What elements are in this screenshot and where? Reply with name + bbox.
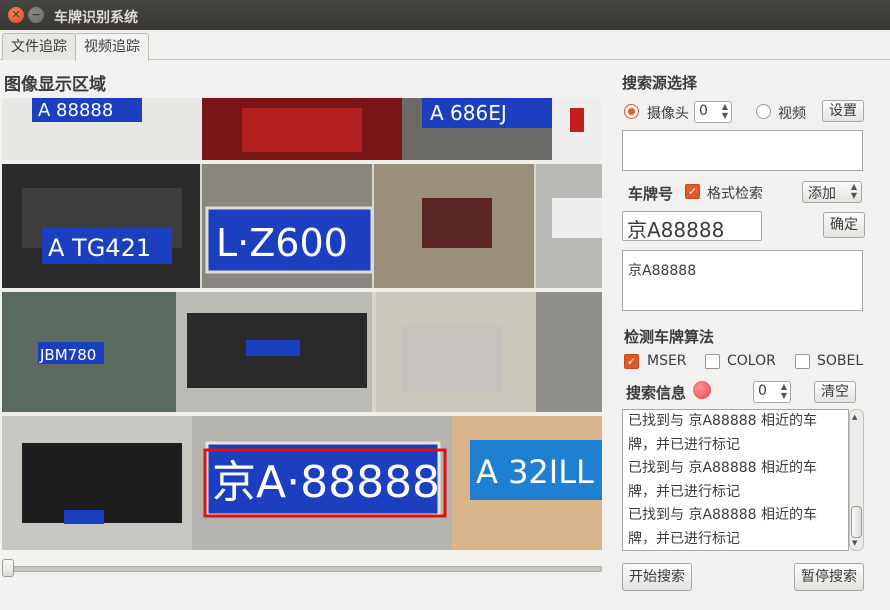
sobel-checkbox[interactable]	[795, 354, 810, 369]
tab-video-tracking[interactable]: 视频追踪	[75, 33, 149, 61]
search-log[interactable]: 已找到与 京A88888 相近的车 牌，并已进行标记 已找到与 京A88888 …	[622, 409, 849, 551]
log-line: 牌，并已进行标记	[628, 436, 740, 453]
video-progress-track[interactable]	[4, 566, 602, 572]
plate-text-4: L·Z600	[216, 221, 348, 265]
display-area-title: 图像显示区域	[4, 75, 106, 95]
log-scrollbar[interactable]: ▲ ▼	[849, 409, 864, 551]
tab-file-tracking[interactable]: 文件追踪	[2, 33, 76, 60]
spin-arrows-icon[interactable]: ▲ ▼	[781, 382, 787, 400]
video-progress-handle[interactable]	[2, 559, 14, 577]
search-info-heading: 搜索信息	[626, 384, 687, 402]
camera-label: 摄像头	[647, 106, 689, 122]
format-check-label: 格式检索	[707, 186, 763, 202]
window-title: 车牌识别系统	[54, 10, 138, 26]
log-line: 已找到与 京A88888 相近的车	[628, 460, 818, 476]
pause-search-button[interactable]: 暂停搜索	[794, 563, 864, 591]
plate-input[interactable]: 京A88888	[622, 211, 762, 242]
title-bar: ✕ − 车牌识别系统	[0, 0, 890, 30]
plate-input-value: 京A88888	[627, 218, 725, 242]
plate-text-3: A TG421	[48, 234, 151, 262]
color-label: COLOR	[727, 353, 776, 369]
video-label: 视频	[778, 106, 806, 122]
result-count-spinbox[interactable]: 0 ▲ ▼	[753, 381, 791, 403]
clear-button[interactable]: 清空	[814, 381, 856, 403]
tab-bar: 文件追踪 视频追踪	[0, 30, 890, 61]
plate-list[interactable]: 京A88888	[622, 250, 863, 311]
camera-radio[interactable]	[624, 104, 639, 119]
spin-arrows-icon[interactable]: ▲ ▼	[722, 102, 728, 120]
algorithm-heading: 检测车牌算法	[624, 328, 715, 346]
mser-checkbox[interactable]: ✓	[624, 354, 639, 369]
add-combo-value: 添加	[808, 186, 836, 202]
camera-index-value: 0	[699, 103, 708, 119]
settings-button[interactable]: 设置	[822, 100, 864, 122]
scroll-down-icon[interactable]: ▼	[852, 539, 857, 547]
log-line: 已找到与 京A88888 相近的车	[628, 507, 818, 523]
source-path-box[interactable]	[622, 130, 863, 171]
start-search-button[interactable]: 开始搜索	[622, 563, 692, 591]
log-line: 牌，并已进行标记	[628, 483, 740, 500]
video-display: A 88888 A 686EJ A TG421 L·Z600 JBM780 京A…	[2, 98, 602, 550]
plate-text-5: JBM780	[39, 346, 96, 364]
app-window: ✕ − 车牌识别系统 文件追踪 视频追踪 图像显示区域 A 88888 A 68…	[0, 0, 890, 610]
mser-label: MSER	[647, 353, 687, 369]
video-radio[interactable]	[756, 104, 771, 119]
camera-index-spinbox[interactable]: 0 ▲ ▼	[694, 101, 732, 123]
log-line: 牌，并已进行标记	[628, 530, 740, 547]
status-indicator-icon	[693, 381, 711, 399]
color-checkbox[interactable]	[705, 354, 720, 369]
sobel-label: SOBEL	[817, 353, 864, 369]
confirm-button[interactable]: 确定	[823, 212, 865, 238]
plate-heading: 车牌号	[628, 185, 674, 203]
add-combo[interactable]: 添加 ▲ ▼	[802, 181, 862, 203]
result-count-value: 0	[758, 383, 767, 399]
minimize-icon[interactable]: −	[28, 7, 44, 23]
plate-text-2: A 686EJ	[430, 101, 507, 125]
plate-list-item[interactable]: 京A88888	[628, 260, 696, 280]
plate-text-1: A 88888	[38, 100, 113, 121]
log-line: 已找到与 京A88888 相近的车	[628, 413, 818, 429]
search-source-heading: 搜索源选择	[622, 74, 698, 92]
log-scroll-thumb[interactable]	[851, 506, 862, 538]
combo-arrows-icon: ▲ ▼	[850, 182, 857, 200]
plate-text-6: A 32ILL	[476, 453, 594, 491]
detected-plate-text: 京A·88888	[212, 457, 440, 508]
close-icon[interactable]: ✕	[8, 7, 24, 23]
scroll-up-icon[interactable]: ▲	[852, 413, 857, 421]
video-frame-image: A 88888 A 686EJ A TG421 L·Z600 JBM780 京A…	[2, 98, 602, 550]
format-check-checkbox[interactable]: ✓	[685, 184, 700, 199]
